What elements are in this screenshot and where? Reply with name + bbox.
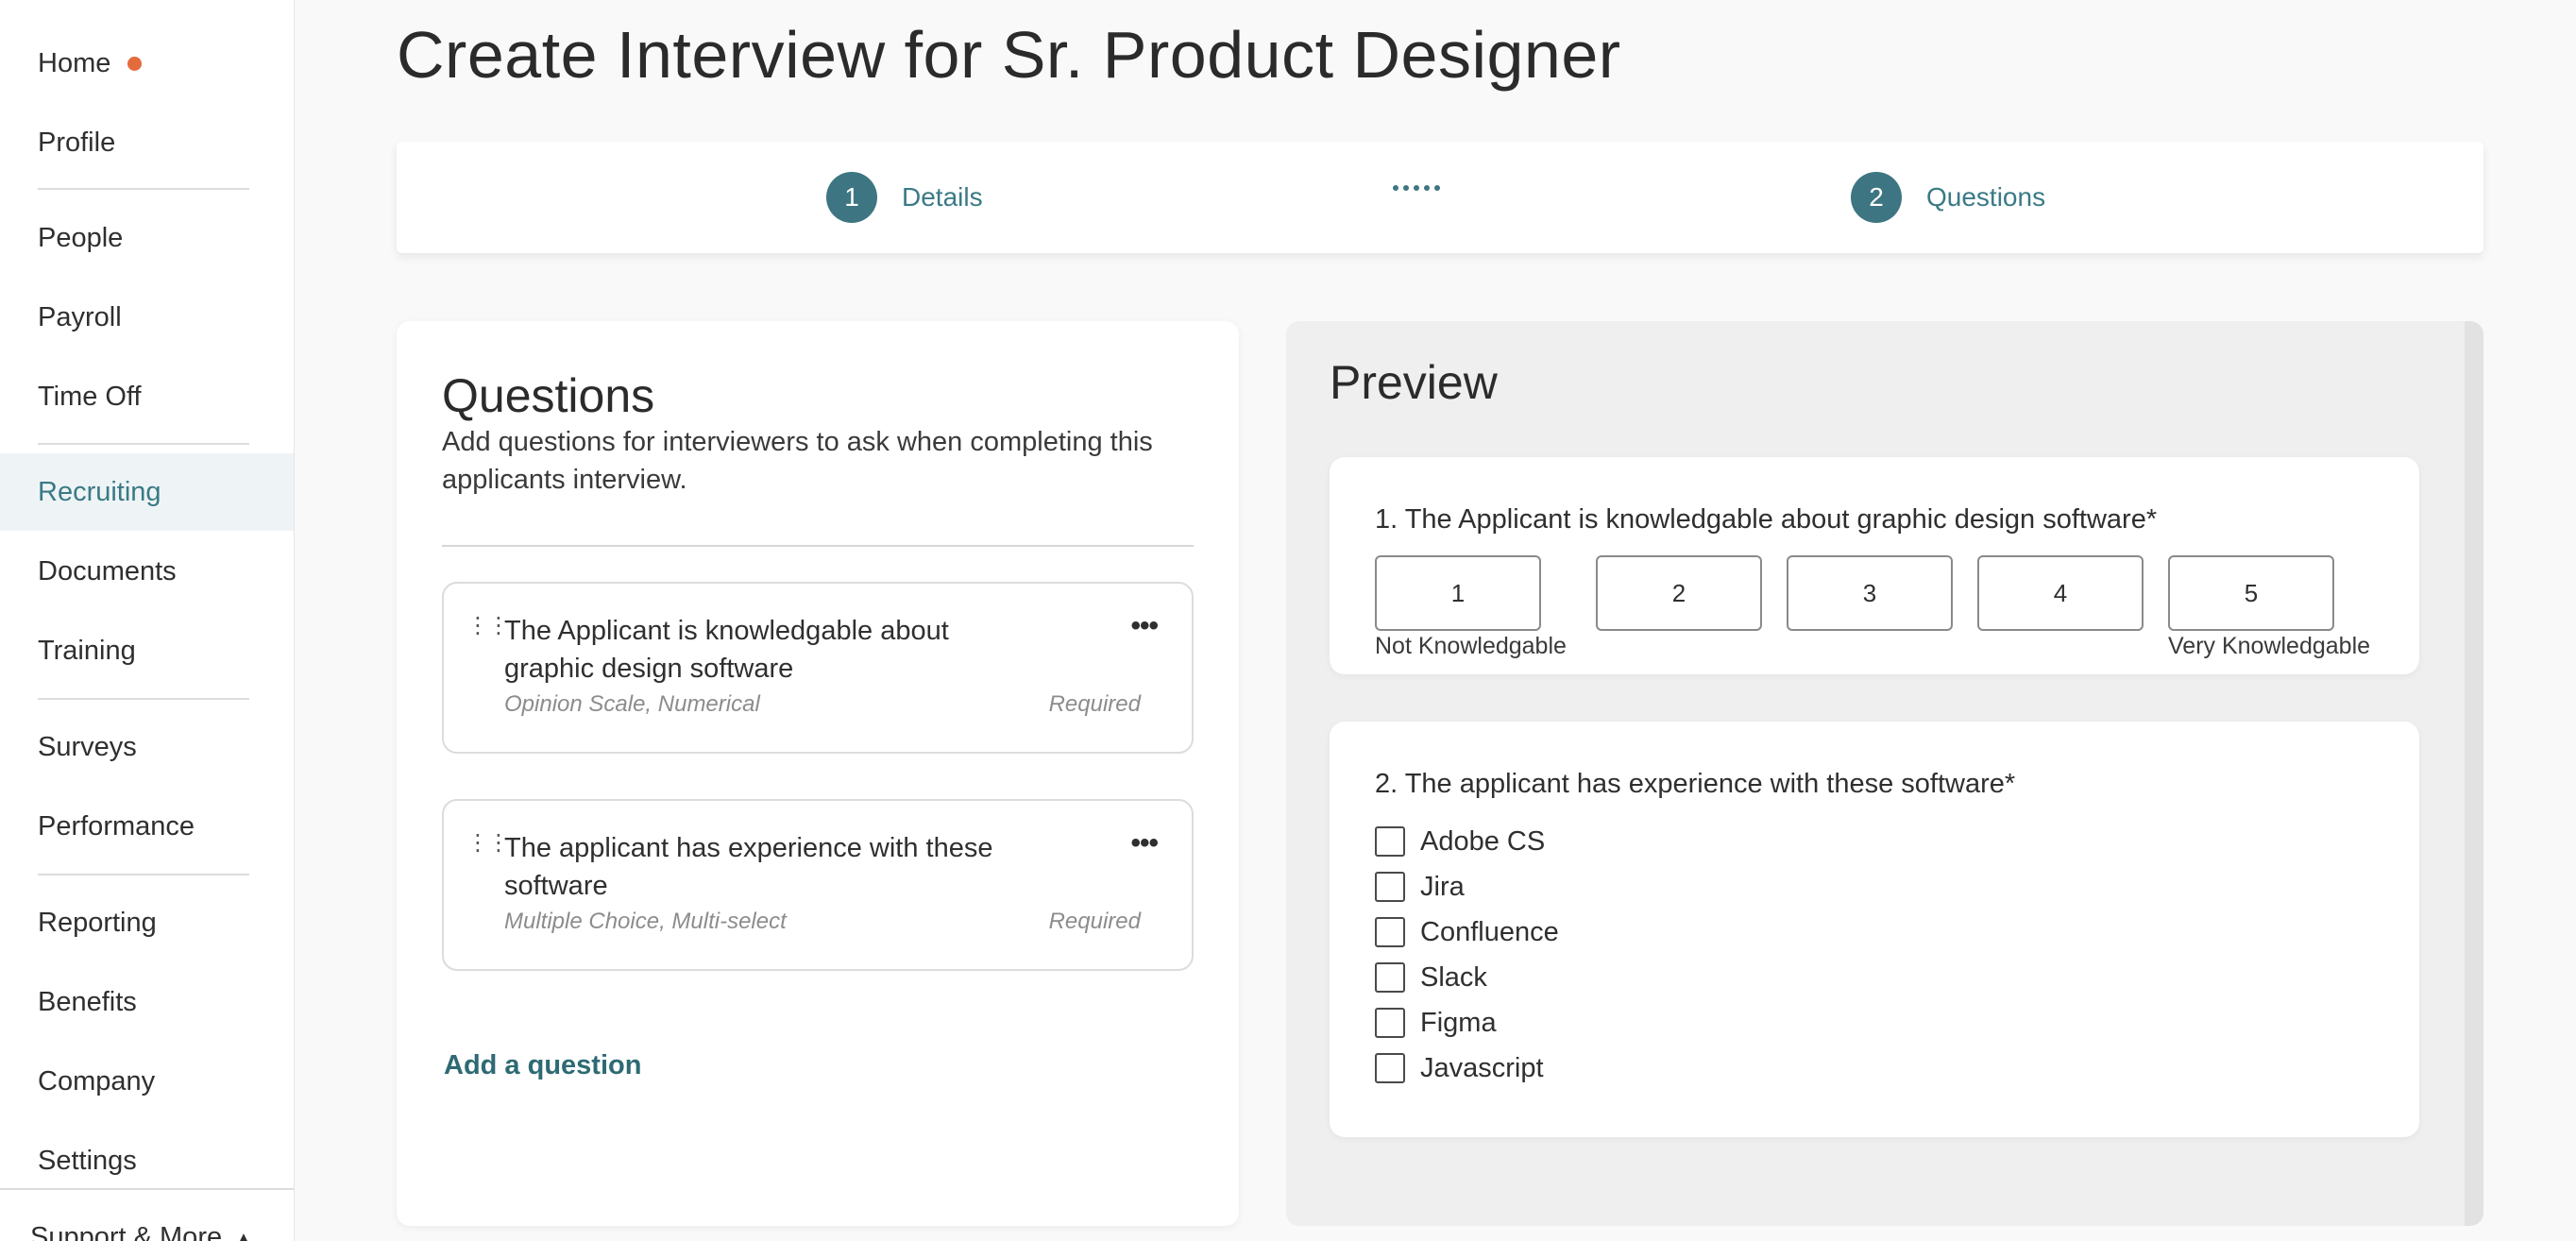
preview-question-card: 1. The Applicant is knowledgable about g… <box>1330 457 2419 674</box>
question-title: The Applicant is knowledgable about grap… <box>504 616 949 684</box>
drag-handle-icon[interactable]: ⋮⋮ <box>466 829 510 857</box>
sidebar-item-payroll[interactable]: Payroll <box>0 279 294 356</box>
step-connector-dots <box>1393 185 1440 191</box>
questions-heading: Questions <box>442 369 655 422</box>
sidebar-item-profile[interactable]: Profile <box>0 104 294 181</box>
preview-question-text: 2. The applicant has experience with the… <box>1375 769 2016 799</box>
checkbox-label: Slack <box>1420 961 1487 993</box>
sidebar-item-label: Home <box>38 47 111 78</box>
question-type: Opinion Scale, Numerical <box>504 691 760 717</box>
scale-option-3[interactable]: 3 <box>1787 555 1953 631</box>
checkbox-option[interactable]: Adobe CS <box>1375 825 1545 858</box>
support-more-toggle[interactable]: Support & More ▲ <box>0 1188 294 1241</box>
checkbox-label: Confluence <box>1420 916 1559 947</box>
checkbox[interactable] <box>1375 962 1405 993</box>
sidebar-item-label: Time Off <box>38 381 142 412</box>
checkbox[interactable] <box>1375 917 1405 947</box>
sidebar-item-label: Performance <box>38 810 195 842</box>
support-more-label: Support & More <box>30 1222 223 1241</box>
step-number: 1 <box>826 172 877 223</box>
sidebar-item-label: Settings <box>38 1145 137 1176</box>
checkbox-option[interactable]: Jira <box>1375 871 1465 903</box>
sidebar-item-label: Training <box>38 635 136 666</box>
questions-description: Add questions for interviewers to ask wh… <box>442 427 1153 495</box>
sidebar-item-label: Recruiting <box>38 476 161 507</box>
checkbox-option[interactable]: Slack <box>1375 961 1487 994</box>
step-details[interactable]: 1 Details <box>826 172 983 223</box>
scale-option-2[interactable]: 2 <box>1596 555 1762 631</box>
sidebar-item-label: Benefits <box>38 986 137 1017</box>
question-type: Multiple Choice, Multi-select <box>504 909 787 934</box>
more-options-icon[interactable]: ••• <box>1130 610 1158 642</box>
checkbox-label: Figma <box>1420 1007 1497 1038</box>
sidebar-item-label: Company <box>38 1065 156 1096</box>
more-options-icon[interactable]: ••• <box>1130 827 1158 859</box>
sidebar-item-home[interactable]: Home <box>0 25 294 102</box>
sidebar-divider <box>38 443 249 445</box>
progress-stepper: 1 Details 2 Questions <box>397 142 2483 253</box>
question-card[interactable]: ⋮⋮ The Applicant is knowledgable about g… <box>442 582 1194 754</box>
sidebar-item-label: Payroll <box>38 301 122 332</box>
checkbox-label: Javascript <box>1420 1052 1544 1083</box>
sidebar-divider <box>38 874 249 876</box>
step-label: Details <box>902 182 983 212</box>
notification-dot-icon <box>127 56 143 71</box>
step-questions[interactable]: 2 Questions <box>1851 172 2045 223</box>
scale-option-4[interactable]: 4 <box>1977 555 2144 631</box>
checkbox-option[interactable]: Javascript <box>1375 1052 1544 1084</box>
sidebar-item-performance[interactable]: Performance <box>0 788 294 865</box>
required-label: Required <box>1048 691 1141 717</box>
checkbox[interactable] <box>1375 1053 1405 1083</box>
scale-high-label: Very Knowledgable <box>2168 633 2371 659</box>
checkbox[interactable] <box>1375 1008 1405 1038</box>
add-question-link[interactable]: Add a question <box>444 1050 641 1081</box>
sidebar-item-training[interactable]: Training <box>0 612 294 689</box>
checkbox-option[interactable]: Figma <box>1375 1007 1497 1039</box>
checkbox[interactable] <box>1375 826 1405 857</box>
preview-heading: Preview <box>1330 356 1498 409</box>
sidebar-item-label: People <box>38 222 124 253</box>
question-title: The applicant has experience with these … <box>504 833 993 901</box>
divider <box>442 545 1194 547</box>
chevron-up-icon: ▲ <box>233 1227 254 1241</box>
checkbox[interactable] <box>1375 872 1405 902</box>
checkbox-label: Adobe CS <box>1420 825 1546 857</box>
sidebar-divider <box>38 188 249 190</box>
preview-question-card: 2. The applicant has experience with the… <box>1330 722 2419 1137</box>
scale-option-1[interactable]: 1 <box>1375 555 1541 631</box>
sidebar-item-time-off[interactable]: Time Off <box>0 358 294 435</box>
checkbox-option[interactable]: Confluence <box>1375 916 1559 948</box>
sidebar-item-label: Documents <box>38 555 177 586</box>
scale-low-label: Not Knowledgable <box>1375 633 1567 659</box>
sidebar-item-reporting[interactable]: Reporting <box>0 884 294 961</box>
required-label: Required <box>1048 909 1141 934</box>
preview-panel: Preview 1. The Applicant is knowledgable… <box>1286 321 2483 1226</box>
sidebar-item-recruiting[interactable]: Recruiting <box>0 453 294 531</box>
sidebar-item-label: Surveys <box>38 731 137 762</box>
sidebar-item-label: Reporting <box>38 907 157 938</box>
page-title: Create Interview for Sr. Product Designe… <box>397 18 1621 92</box>
drag-handle-icon[interactable]: ⋮⋮ <box>466 612 510 639</box>
sidebar: Home Profile People Payroll Time Off Rec… <box>0 0 295 1241</box>
questions-panel: Questions Add questions for interviewers… <box>397 321 1239 1226</box>
sidebar-divider <box>38 698 249 700</box>
sidebar-item-label: Profile <box>38 127 116 158</box>
checkbox-label: Jira <box>1420 871 1465 902</box>
scale-option-5[interactable]: 5 <box>2168 555 2334 631</box>
step-number: 2 <box>1851 172 1902 223</box>
sidebar-item-surveys[interactable]: Surveys <box>0 708 294 786</box>
preview-question-text: 1. The Applicant is knowledgable about g… <box>1375 504 2158 535</box>
step-label: Questions <box>1926 182 2046 212</box>
question-card[interactable]: ⋮⋮ The applicant has experience with the… <box>442 799 1194 971</box>
sidebar-item-benefits[interactable]: Benefits <box>0 963 294 1041</box>
sidebar-item-company[interactable]: Company <box>0 1043 294 1120</box>
sidebar-item-people[interactable]: People <box>0 199 294 277</box>
preview-scrollbar[interactable] <box>2465 321 2483 1226</box>
sidebar-item-documents[interactable]: Documents <box>0 533 294 610</box>
